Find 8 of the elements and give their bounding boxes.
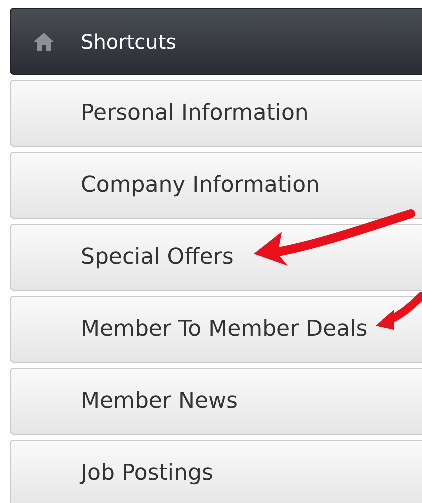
menu-item[interactable]: Member News	[10, 368, 422, 435]
menu-item[interactable]: Member To Member Deals	[10, 296, 422, 363]
menu-item[interactable]: Personal Information	[10, 80, 422, 147]
header-title: Shortcuts	[81, 28, 177, 56]
menu-item[interactable]: Company Information	[10, 152, 422, 219]
home-icon	[33, 32, 55, 52]
menu-item[interactable]: Job Postings	[10, 440, 422, 503]
menu-item[interactable]: Special Offers	[10, 224, 422, 291]
